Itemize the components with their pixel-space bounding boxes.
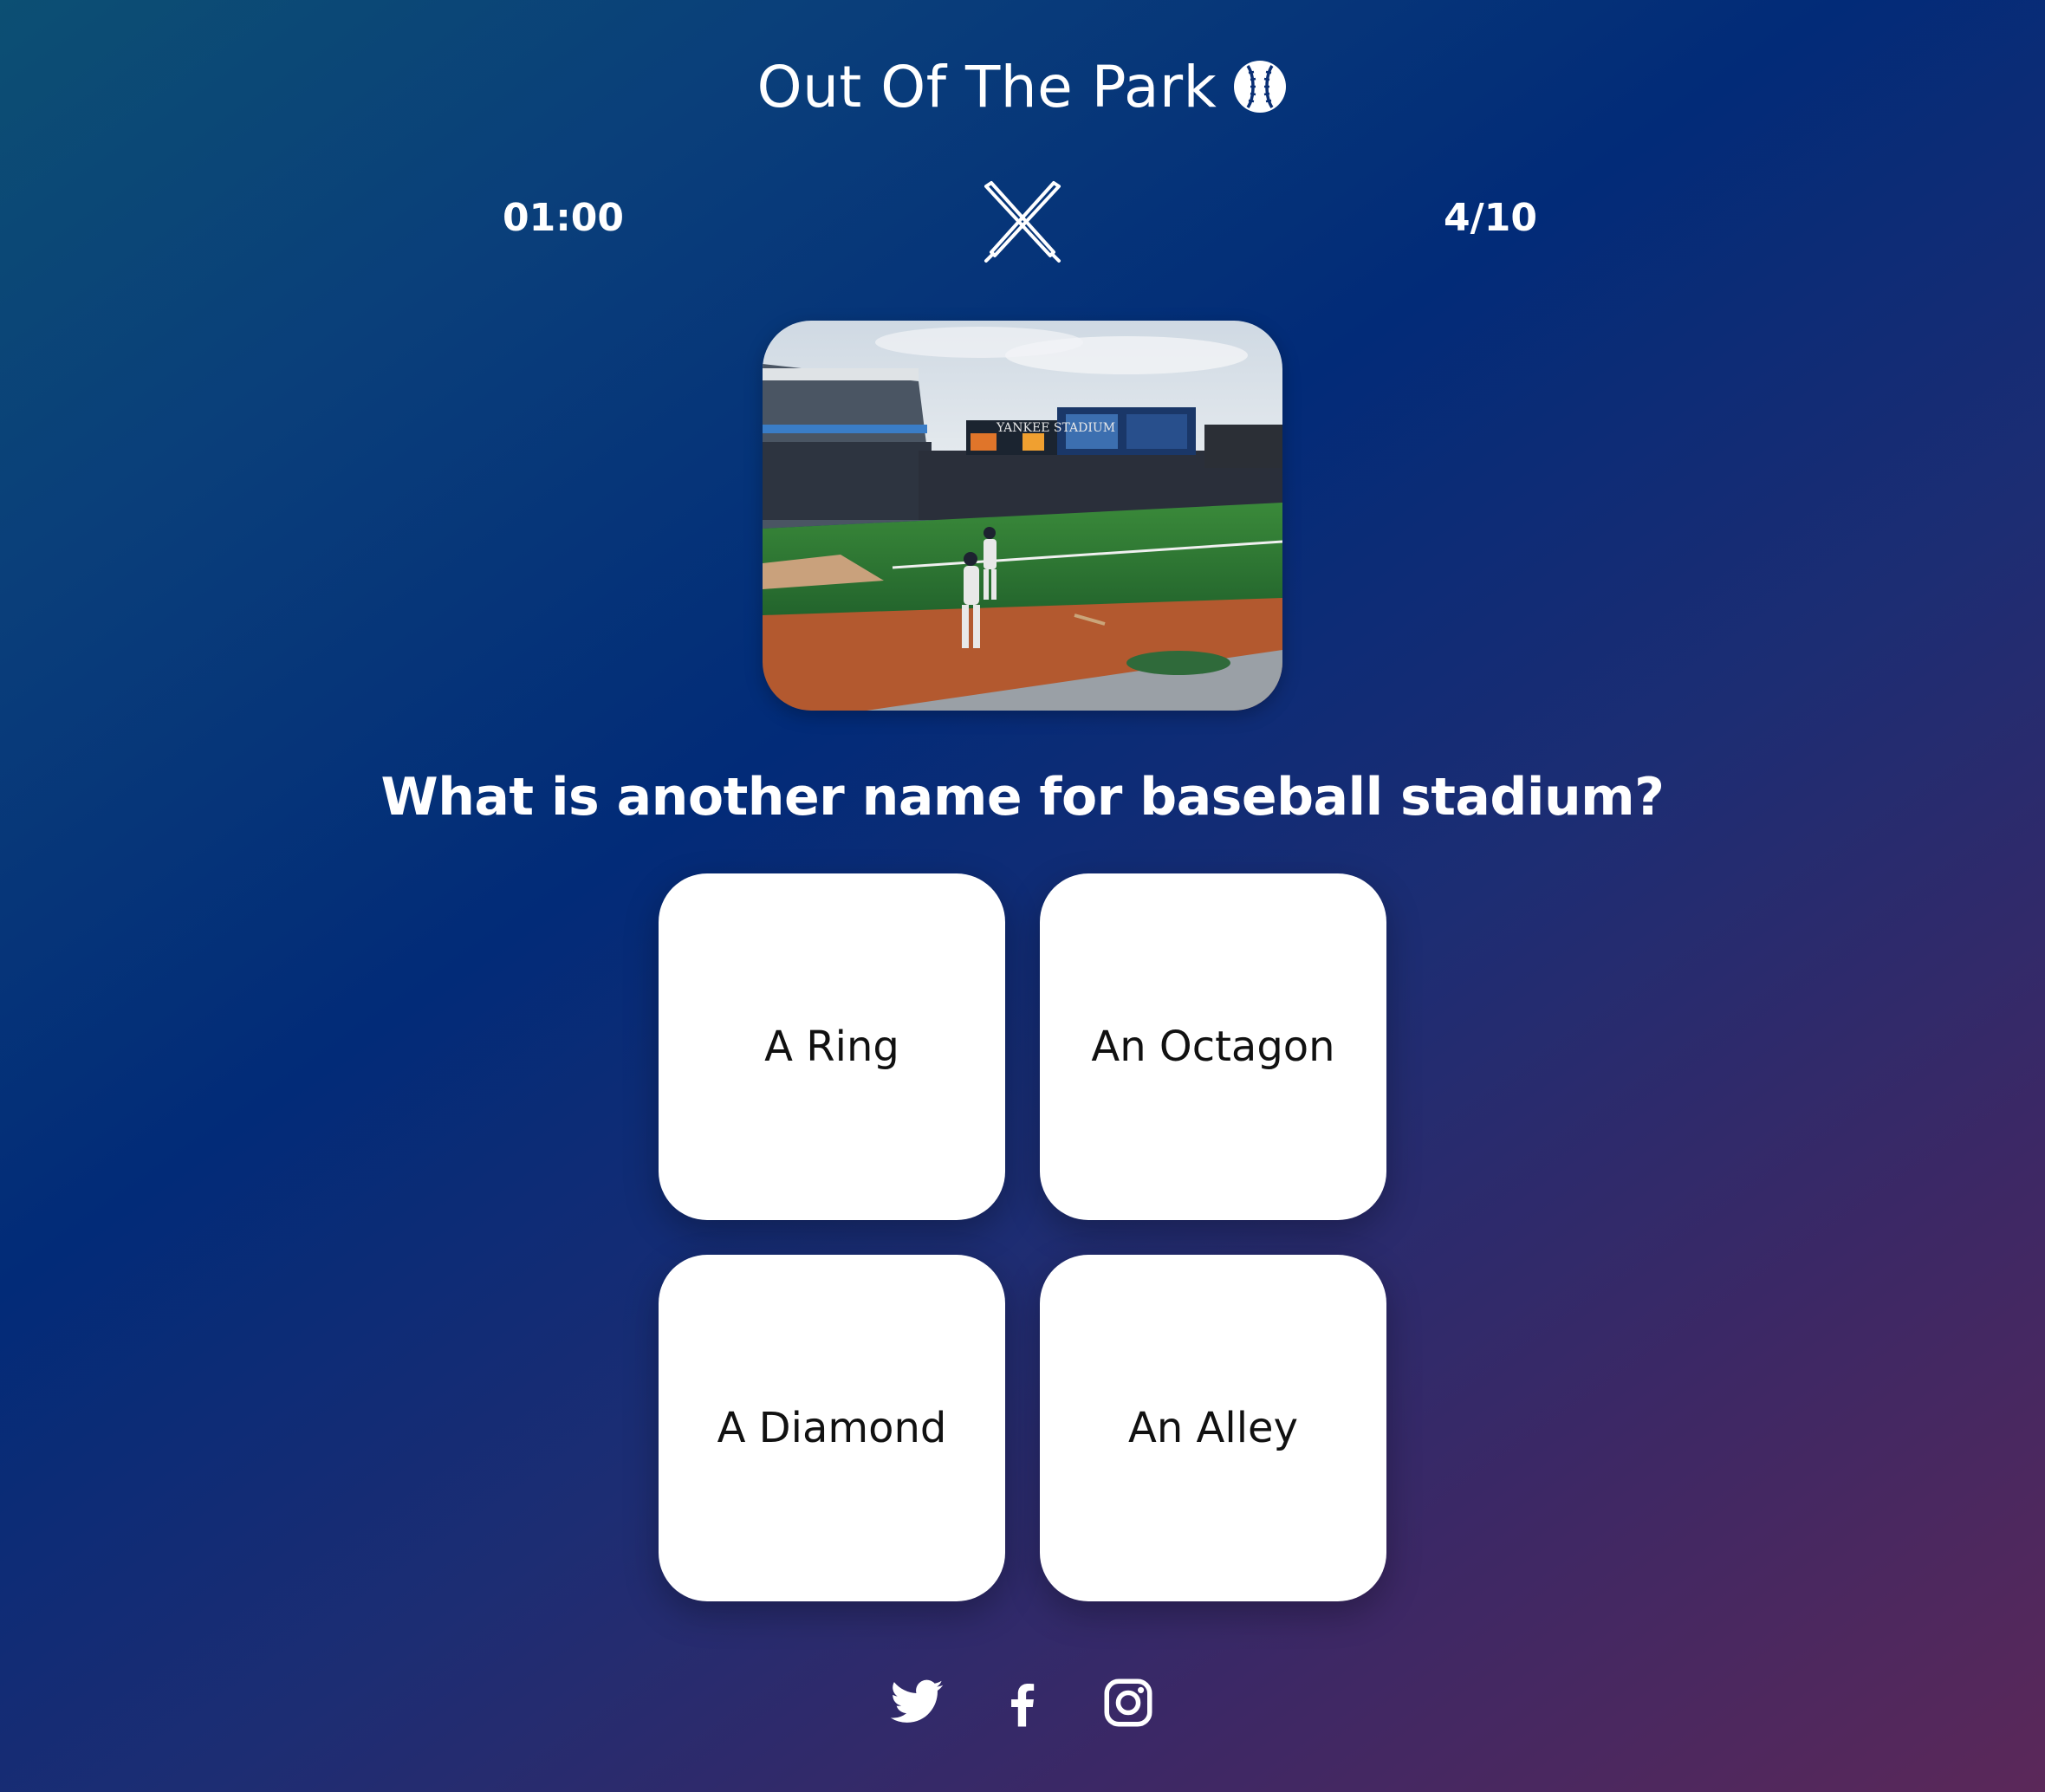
answer-option-a-ring[interactable]: A Ring	[659, 873, 1005, 1220]
app-title: Out Of The Park	[756, 53, 1217, 120]
answer-label: A Diamond	[717, 1404, 947, 1452]
answer-option-an-octagon[interactable]: An Octagon	[1040, 873, 1386, 1220]
timer: 01:00	[502, 196, 625, 240]
social-links	[0, 1668, 2045, 1737]
instagram-link[interactable]	[1098, 1672, 1159, 1733]
twitter-link[interactable]	[886, 1672, 947, 1733]
instagram-icon	[1104, 1678, 1152, 1727]
baseball-icon	[1232, 59, 1288, 114]
svg-text:YANKEE STADIUM: YANKEE STADIUM	[996, 421, 1115, 435]
twitter-icon	[890, 1679, 944, 1723]
answer-label: A Ring	[764, 1023, 899, 1071]
answer-label: An Octagon	[1091, 1023, 1335, 1071]
question-progress: 4/10	[1444, 196, 1537, 240]
answer-option-an-alley[interactable]: An Alley	[1040, 1255, 1386, 1601]
facebook-link[interactable]	[992, 1672, 1053, 1733]
answer-option-a-diamond[interactable]: A Diamond	[659, 1255, 1005, 1601]
question-image: YANKEE STADIUM	[763, 321, 1282, 711]
answer-label: An Alley	[1128, 1404, 1298, 1452]
question-text: What is another name for baseball stadiu…	[380, 767, 1665, 828]
app-header: Out Of The Park	[0, 48, 2045, 126]
crossed-bats-icon	[979, 178, 1066, 264]
facebook-icon	[1011, 1684, 1035, 1727]
